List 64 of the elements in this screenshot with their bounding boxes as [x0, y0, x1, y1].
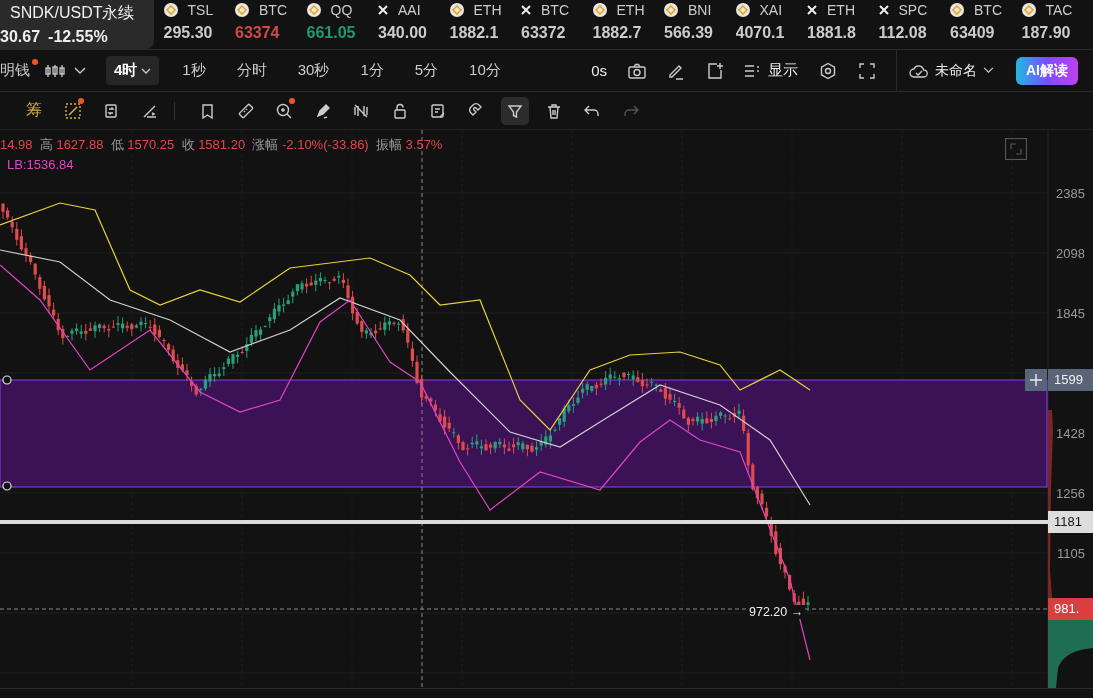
symbol-change: -12.55%	[48, 28, 108, 46]
stat-value: 1570.25	[127, 137, 175, 152]
ticker-price: 1882.7	[592, 24, 643, 42]
stat-label: 振幅	[375, 137, 402, 152]
ticker-price: 63372	[521, 24, 567, 42]
layout-menu[interactable]: 未命名	[935, 61, 977, 80]
stat-label: 高	[39, 137, 53, 152]
ticker-name[interactable]: BTC	[541, 2, 569, 18]
ticker-price: 566.39	[664, 24, 714, 42]
ticker-name[interactable]: XAI	[759, 2, 783, 18]
interval-tab[interactable]: 分时	[228, 56, 275, 85]
stat-value: 3.57%	[405, 137, 443, 152]
price-axis-label: 1105	[1057, 545, 1085, 561]
ticker-name[interactable]: BTC	[259, 2, 287, 18]
stat-label: 涨幅	[252, 137, 279, 152]
ticker-name[interactable]: TSL	[187, 2, 214, 18]
stat-value: 14.98	[0, 137, 33, 152]
ticker-price: 340.00	[378, 24, 428, 42]
ticker-name[interactable]: TAC	[1045, 2, 1073, 18]
price-axis-label: 2385	[1056, 185, 1085, 201]
ticker-price: 295.30	[163, 24, 214, 42]
symbol-name[interactable]: SNDK/USDT永续	[10, 3, 154, 24]
ticker-name[interactable]: ETH	[827, 2, 855, 18]
ticker-name[interactable]: AAI	[398, 2, 421, 18]
countdown-timer: 0s	[591, 62, 607, 79]
stat-label: 低	[110, 137, 124, 152]
ticker-price: 1882.1	[449, 24, 500, 42]
chip-tool[interactable]: 筹	[20, 96, 48, 125]
ticker-name[interactable]: ETH	[473, 2, 502, 18]
ticker-name[interactable]: BTC	[974, 2, 1002, 18]
ticker-price: 4070.1	[735, 24, 786, 42]
indicator-value: LB:1536.84	[7, 157, 74, 172]
ticker-price: 63409	[950, 24, 996, 42]
interval-tab[interactable]: 5分	[406, 56, 447, 85]
low-price-label: 972.20 →	[747, 605, 806, 619]
interval-tab[interactable]: 1分	[352, 56, 392, 85]
ticker-price: 63374	[235, 24, 281, 42]
ai-analysis-button[interactable]: AI解读	[1016, 56, 1078, 85]
ticker-price: 1881.8	[807, 24, 857, 42]
interval-tab[interactable]: 10分	[461, 56, 509, 85]
symbol-price: 30.67	[0, 28, 41, 46]
interval-tab[interactable]: 4时	[106, 56, 160, 85]
ticker-price: 187.90	[1021, 24, 1072, 42]
price-axis-label: 2098	[1056, 245, 1085, 261]
price-axis-label: 1845	[1056, 305, 1085, 321]
interval-tab[interactable]: 1秒	[174, 56, 214, 85]
ticker-price: 661.05	[306, 24, 357, 42]
price-tag: 1181	[1048, 511, 1093, 533]
stat-value: 1627.88	[56, 137, 104, 152]
price-tag: 981.	[1048, 598, 1093, 620]
display-menu[interactable]: 显示	[768, 61, 798, 80]
indicator-menu[interactable]: 明钱	[0, 61, 30, 80]
stat-value: -2.10%(-33.86)	[282, 137, 369, 152]
price-axis-label: 1428	[1056, 425, 1085, 441]
price-axis-label: 1256	[1056, 485, 1085, 501]
price-tag: 1599	[1048, 369, 1093, 391]
ticker-price: 112.08	[878, 24, 928, 42]
ticker-name[interactable]: BNI	[688, 2, 712, 18]
ticker-name[interactable]: SPC	[898, 2, 928, 18]
stat-value: 1581.20	[198, 137, 246, 152]
ticker-name[interactable]: QQ	[330, 2, 353, 18]
ticker-name[interactable]: ETH	[616, 2, 645, 18]
interval-tab[interactable]: 30秒	[289, 56, 338, 85]
stat-label: 收	[181, 137, 195, 152]
